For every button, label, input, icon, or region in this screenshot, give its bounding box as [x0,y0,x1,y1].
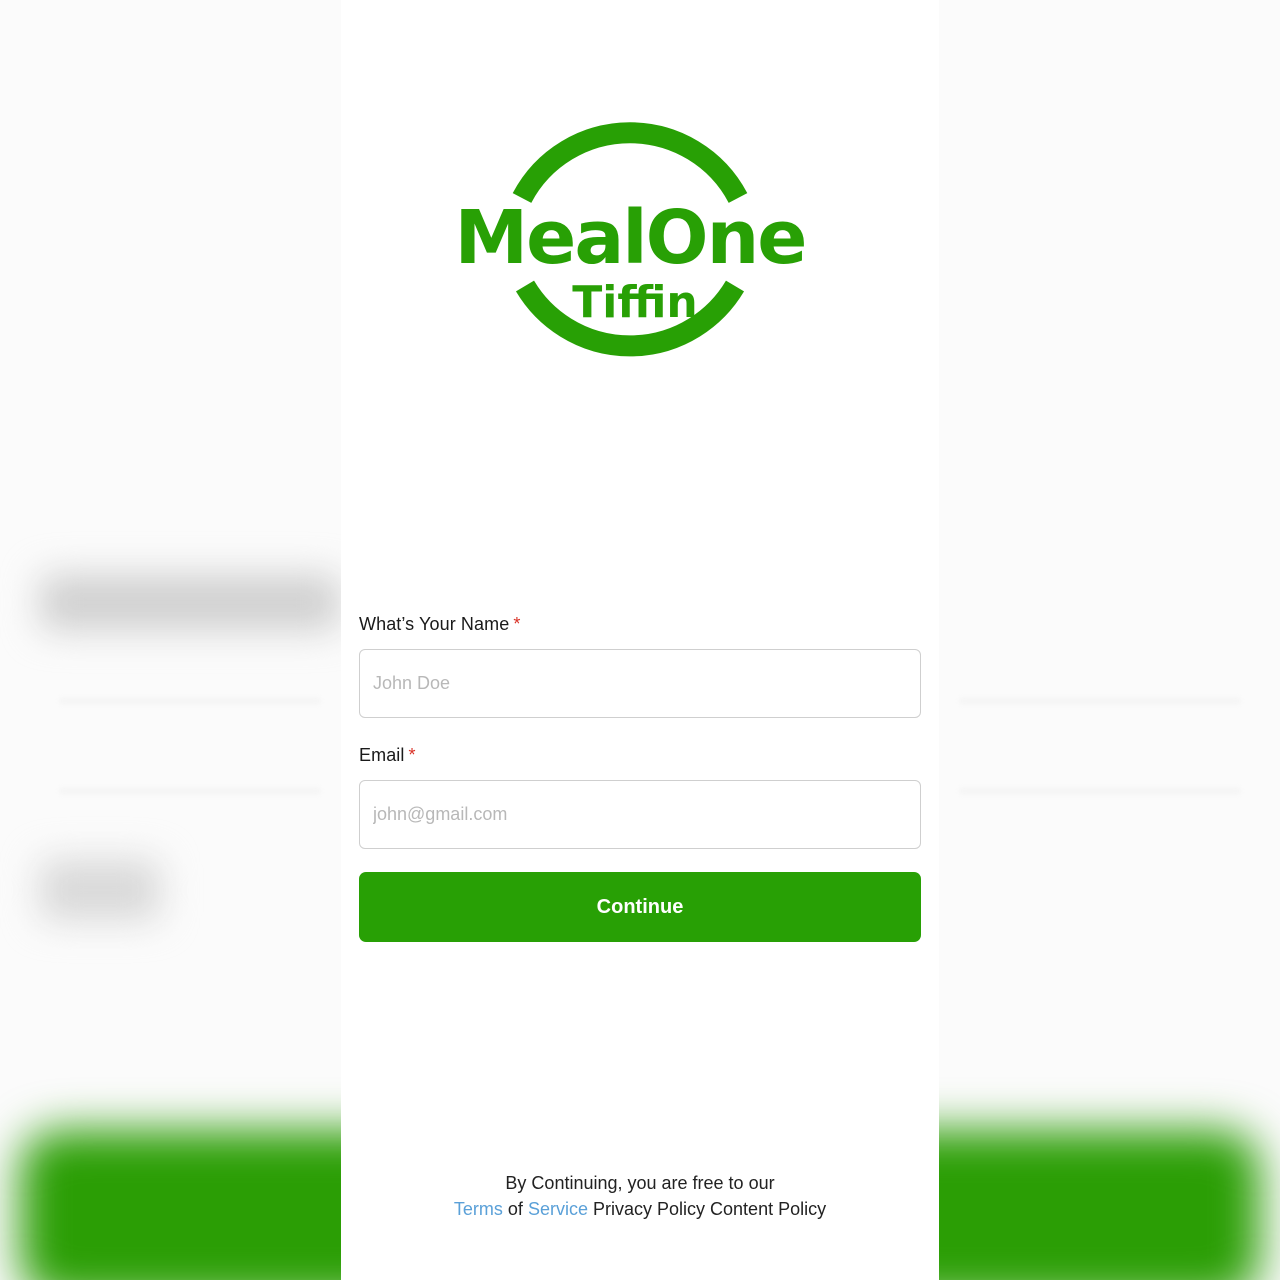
blurred-label [40,860,160,920]
login-screen: MealOne Tiffin What’s Your Name* Email* … [341,0,939,1280]
blurred-heading [40,575,340,630]
blurred-divider [960,700,1240,702]
name-label-text: What’s Your Name [359,614,510,634]
footer-of-text: of [507,1199,523,1219]
logo-wordmark: MealOne [455,195,806,281]
logo-subtitle: Tiffin [572,277,698,328]
privacy-policy-link[interactable]: Privacy Policy [593,1199,705,1219]
email-input[interactable] [359,780,921,849]
terms-footer: By Continuing, you are free to our Terms… [341,1170,939,1222]
blurred-divider [60,700,320,702]
blurred-divider [60,790,320,792]
name-input[interactable] [359,649,921,718]
continue-button[interactable]: Continue [359,872,921,942]
required-marker: * [408,745,416,765]
footer-intro: By Continuing, you are free to our [505,1173,775,1193]
mealone-tiffin-logo: MealOne Tiffin [455,122,807,357]
blurred-divider [960,790,1240,792]
service-link[interactable]: Service [528,1199,588,1219]
email-label-text: Email [359,745,405,765]
required-marker: * [513,614,521,634]
terms-link[interactable]: Terms [454,1199,503,1219]
footer-links: Terms of Service Privacy Policy Content … [341,1196,939,1222]
name-label: What’s Your Name * [359,614,520,635]
content-policy-link[interactable]: Content Policy [710,1199,826,1219]
email-label: Email * [359,745,416,766]
